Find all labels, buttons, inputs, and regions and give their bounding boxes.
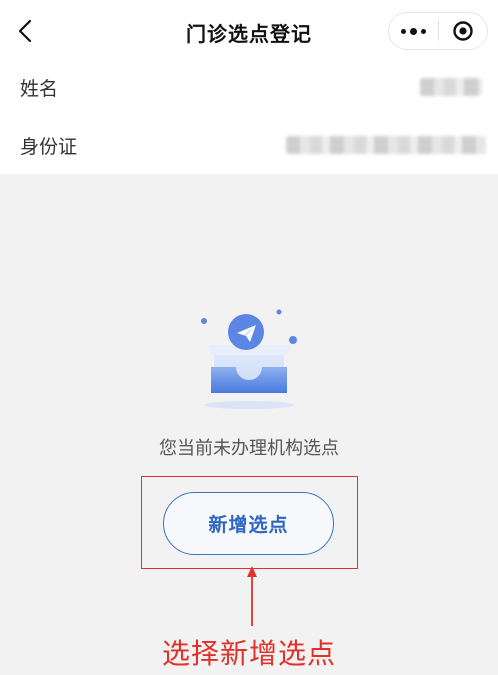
empty-inbox-paper-plane-icon [201, 309, 297, 409]
id-row: 身份证 [0, 120, 498, 170]
annotation-text: 选择新增选点 [161, 637, 336, 670]
target-close-icon [453, 21, 473, 41]
id-value-redacted [286, 136, 486, 154]
name-label: 姓名 [20, 78, 59, 100]
mini-program-capsule [388, 12, 488, 50]
id-label: 身份证 [20, 136, 78, 158]
more-button[interactable] [389, 13, 438, 49]
more-dots-icon [399, 27, 428, 35]
name-row: 姓名 [0, 62, 498, 112]
personal-info-card: 姓名 身份证 [0, 62, 498, 174]
add-selection-button[interactable]: 新增选点 [163, 492, 334, 555]
annotation-arrow-icon [247, 566, 257, 626]
name-value-redacted [420, 78, 482, 96]
page: 门诊选点登记 姓名 身份证 您当前未办理机构选点 新增选点 选择新增选点 [0, 0, 498, 675]
nav-bar: 门诊选点登记 [0, 0, 498, 62]
empty-message: 您当前未办理机构选点 [159, 438, 339, 459]
close-button[interactable] [439, 13, 488, 49]
